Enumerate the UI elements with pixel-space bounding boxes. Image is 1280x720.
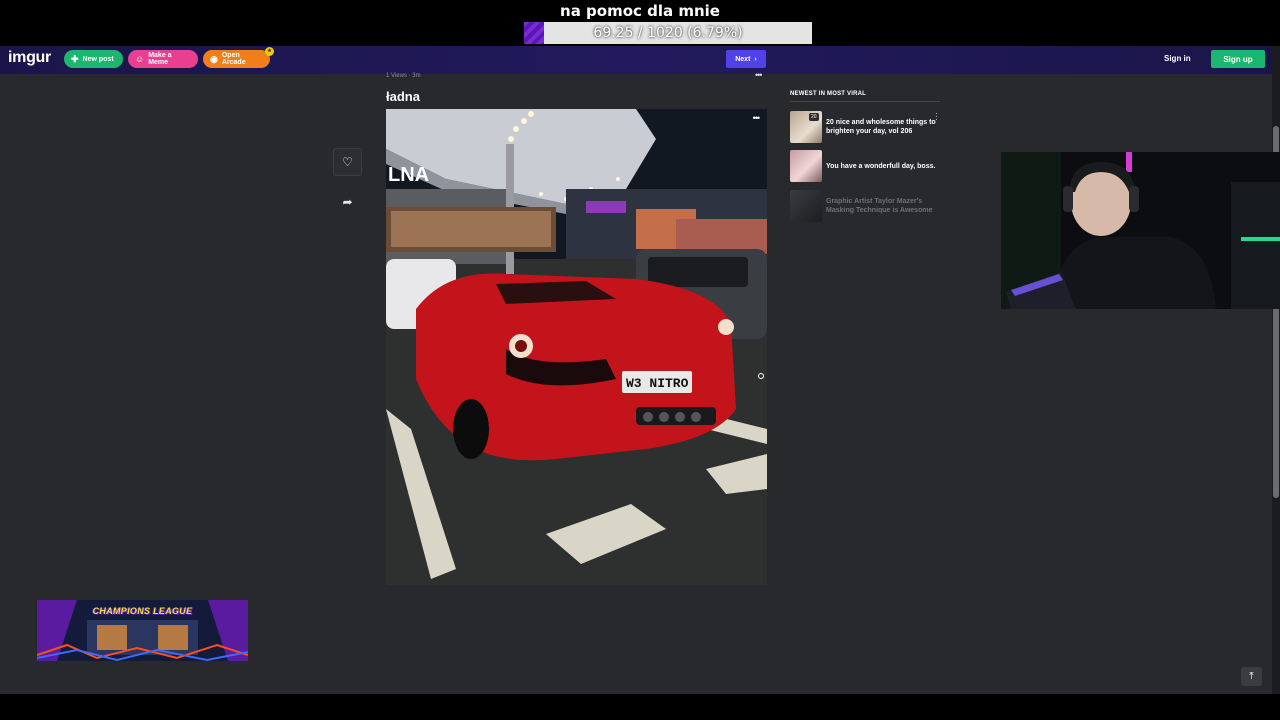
arcade-new-badge-icon: ★ [265, 47, 274, 56]
back-to-top-button[interactable]: ⤒ [1241, 667, 1262, 686]
banner-title: CHAMPIONS LEAGUE [92, 606, 193, 616]
gamepad-icon: ◉ [210, 53, 218, 64]
next-label: Next [735, 55, 751, 63]
post-title: ładna [386, 89, 420, 104]
viral-item-title: Graphic Artist Taylor Mazer's Masking Te… [826, 198, 933, 214]
viral-thumbnail [790, 150, 822, 182]
favorite-button[interactable]: ♡ [333, 148, 362, 176]
arrow-up-icon: ⤒ [1249, 671, 1254, 682]
page-scrollbar[interactable] [1272, 46, 1280, 694]
viral-item[interactable]: 20 20 nice and wholesome things to brigh… [790, 111, 940, 143]
open-arcade-button[interactable]: ◉ Open Arcade [203, 50, 270, 68]
post-image[interactable]: LNA W3 NITRO ••• [386, 109, 767, 585]
share-button[interactable]: ➦ [333, 188, 362, 216]
heart-icon: ♡ [342, 155, 353, 169]
most-viral-heading: NEWEST IN MOST VIRAL [790, 91, 940, 102]
image-options-icon[interactable]: ••• [753, 113, 761, 123]
car-photo: LNA W3 NITRO [386, 109, 767, 585]
license-plate: W3 NITRO [626, 376, 689, 391]
open-arcade-label: Open Arcade [221, 52, 246, 66]
imgur-logo[interactable]: imgur [8, 49, 51, 67]
chevron-right-icon: › [754, 55, 757, 63]
imgur-top-nav: imgur ✚ New post ☺ Make a Meme ◉ Open Ar… [0, 46, 1272, 74]
stream-frame: na pomoc dla mnie 69.25 / 1020 (6.79%) i… [0, 0, 1280, 720]
share-arrow-icon: ➦ [342, 195, 353, 209]
viral-thumbnail [790, 190, 822, 222]
viral-thumbnail: 20 [790, 111, 822, 143]
new-post-button[interactable]: ✚ New post [64, 50, 123, 68]
post-options-icon[interactable]: ••• [755, 70, 763, 80]
viral-item[interactable]: You have a wonderfull day, boss. [790, 150, 940, 182]
image-count-badge: 20 [809, 113, 819, 121]
plus-icon: ✚ [71, 53, 79, 64]
webcam-feed [1001, 152, 1280, 309]
sign-up-button[interactable]: Sign up [1211, 50, 1265, 68]
next-post-button[interactable]: Next › [726, 50, 766, 68]
make-meme-button[interactable]: ☺ Make a Meme [128, 50, 198, 68]
stream-goal-progress-text: 69.25 / 1020 (6.79%) [593, 25, 743, 41]
image-indicator-icon [758, 373, 764, 379]
meme-icon: ☺ [135, 53, 145, 64]
stream-goal-title: na pomoc dla mnie [560, 2, 720, 20]
streamer-webcam [1001, 152, 1280, 309]
viral-item-title: 20 nice and wholesome things to brighten… [826, 119, 936, 135]
building-sign: LNA [388, 164, 429, 186]
sign-in-link[interactable]: Sign in [1164, 54, 1191, 63]
post-meta: 1 Views · 3m [386, 73, 421, 79]
viral-item[interactable]: Graphic Artist Taylor Mazer's Masking Te… [790, 190, 940, 222]
make-meme-label: Make a Meme [148, 52, 172, 66]
stream-goal-progress-bar: 69.25 / 1020 (6.79%) [524, 22, 812, 44]
viral-item-title: You have a wonderfull day, boss. [826, 162, 936, 170]
new-post-label: New post [82, 55, 114, 63]
champions-league-banner: CHAMPIONS LEAGUE [37, 600, 248, 661]
browser-page: imgur ✚ New post ☺ Make a Meme ◉ Open Ar… [0, 46, 1272, 694]
